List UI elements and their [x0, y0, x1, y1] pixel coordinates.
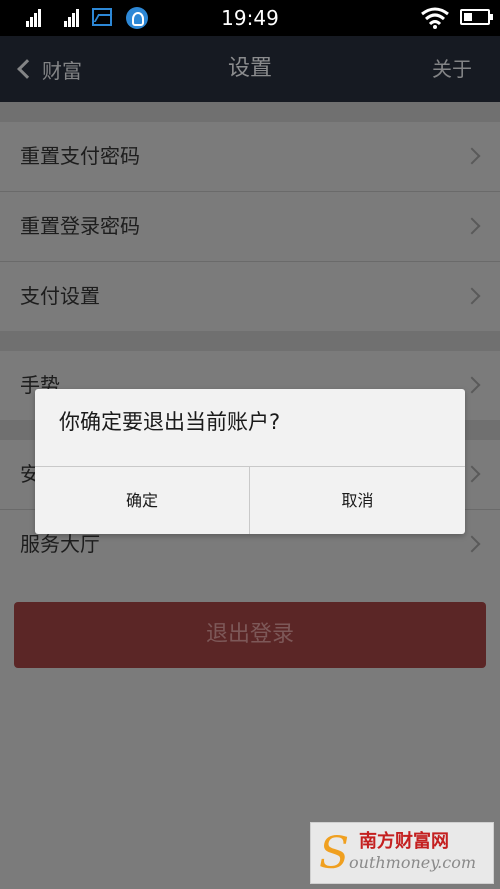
wifi-icon — [421, 7, 449, 29]
watermark-logo-mark: S — [319, 828, 350, 879]
settings-item-label: 重置支付密码 — [20, 144, 140, 168]
chevron-right-icon — [463, 465, 481, 483]
watermark-brand: 南方财富网 — [359, 831, 449, 852]
settings-item-reset-pay-password[interactable]: 重置支付密码 — [0, 122, 500, 191]
confirm-button[interactable]: 确定 — [35, 467, 249, 534]
confirm-logout-dialog: 你确定要退出当前账户? 确定 取消 — [35, 389, 465, 534]
chevron-right-icon — [463, 535, 481, 553]
cancel-button[interactable]: 取消 — [250, 467, 465, 534]
watermark-logo: S 南方财富网 outhmoney.com — [310, 822, 494, 884]
status-bar: 19:49 — [0, 0, 500, 36]
settings-item-reset-login-password[interactable]: 重置登录密码 — [0, 192, 500, 261]
dialog-message: 你确定要退出当前账户? — [59, 410, 281, 434]
settings-item-label: 重置登录密码 — [20, 214, 140, 238]
section-gap — [0, 331, 500, 351]
logout-button[interactable]: 退出登录 — [14, 602, 486, 668]
title-bar: 财富 设置 关于 — [0, 36, 500, 102]
section-gap — [0, 102, 500, 122]
settings-item-label: 支付设置 — [20, 284, 100, 308]
chevron-right-icon — [463, 217, 481, 235]
watermark-domain: outhmoney.com — [349, 853, 477, 872]
settings-item-payment-settings[interactable]: 支付设置 — [0, 262, 500, 331]
battery-icon — [460, 9, 493, 25]
chevron-right-icon — [463, 147, 481, 165]
page-title: 设置 — [227, 56, 272, 81]
chevron-right-icon — [463, 376, 481, 394]
chevron-right-icon — [463, 287, 481, 305]
section-gap — [0, 579, 500, 602]
about-button[interactable]: 关于 — [432, 36, 472, 102]
